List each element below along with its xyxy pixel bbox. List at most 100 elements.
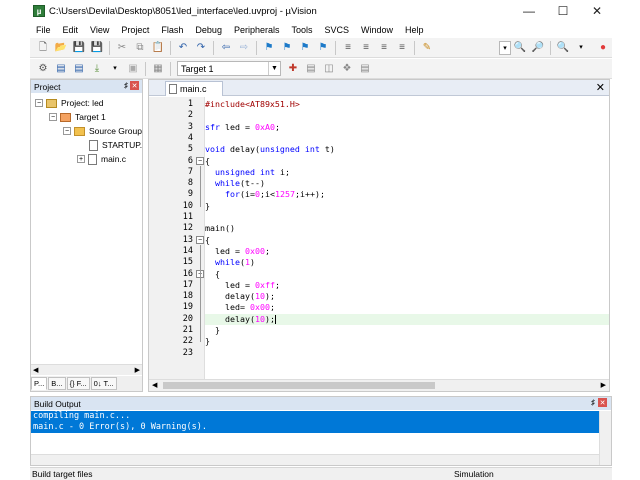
scroll-thumb[interactable] <box>163 382 435 389</box>
close-icon[interactable]: ✕ <box>130 81 139 90</box>
code-line[interactable]: sfr led = 0xA0; <box>205 122 609 133</box>
code-line[interactable]: led = 0xff; <box>205 280 609 291</box>
code-line[interactable] <box>205 133 609 144</box>
nav-back-icon[interactable]: ⇦ <box>219 41 233 55</box>
tree-item-project[interactable]: − Project: led <box>35 96 104 110</box>
menu-window[interactable]: Window <box>355 25 399 35</box>
code-line[interactable]: { <box>205 269 609 280</box>
code-line[interactable] <box>205 348 609 359</box>
pin-icon[interactable]: ♯ <box>591 398 595 407</box>
code-line[interactable]: { <box>205 235 609 246</box>
menu-flash[interactable]: Flash <box>155 25 189 35</box>
menu-peripherals[interactable]: Peripherals <box>228 25 286 35</box>
code-line[interactable]: #include<AT89x51.H> <box>205 99 609 110</box>
open-folder-icon[interactable]: 📂 <box>54 41 68 55</box>
menu-debug[interactable]: Debug <box>189 25 228 35</box>
code-line[interactable]: unsigned int i; <box>205 167 609 178</box>
uncomment-icon[interactable]: ≡ <box>395 41 409 55</box>
file-extensions-icon[interactable]: ▤ <box>304 62 318 76</box>
code-line[interactable]: while(1) <box>205 257 609 268</box>
code-line[interactable]: for(i=0;i<1257;i++); <box>205 189 609 200</box>
undo-icon[interactable]: ↶ <box>176 41 190 55</box>
tree-item-target[interactable]: − Target 1 <box>49 110 106 124</box>
menu-tools[interactable]: Tools <box>285 25 318 35</box>
find-in-files-icon[interactable]: ✎ <box>420 41 434 55</box>
clear-bookmarks-icon[interactable]: ⚑ <box>316 41 330 55</box>
save-icon[interactable]: 💾 <box>72 41 86 55</box>
code-line[interactable]: } <box>205 336 609 347</box>
code-line[interactable]: } <box>205 325 609 336</box>
code-line[interactable]: led= 0x00; <box>205 302 609 313</box>
copy-icon[interactable]: ⧉ <box>133 41 147 55</box>
collapse-icon[interactable]: − <box>49 113 57 121</box>
maximize-button[interactable]: ☐ <box>546 0 580 22</box>
collapse-icon[interactable]: − <box>35 99 43 107</box>
target-select[interactable]: Target 1 ▼ <box>177 61 281 76</box>
code-line[interactable] <box>205 110 609 121</box>
build-vscrollbar[interactable] <box>599 411 611 465</box>
code-area[interactable]: #include<AT89x51.H> sfr led = 0xA0; void d… <box>205 97 609 379</box>
close-editor-icon[interactable]: ✕ <box>596 81 605 94</box>
redo-icon[interactable]: ↷ <box>194 41 208 55</box>
collapse-icon[interactable]: − <box>63 127 71 135</box>
tree-item-main-c[interactable]: + main.c <box>77 152 126 166</box>
build-output-text[interactable]: compiling main.c... main.c - 0 Error(s),… <box>31 411 599 433</box>
fold-toggle-icon[interactable]: − <box>196 236 204 245</box>
editor-hscrollbar[interactable]: ◀ ▶ <box>149 379 609 391</box>
stop-build-icon[interactable]: ▣ <box>126 62 140 76</box>
menu-file[interactable]: File <box>30 25 57 35</box>
pin-icon[interactable]: ♯ <box>124 81 128 90</box>
indent-icon[interactable]: ≡ <box>341 41 355 55</box>
bookmark-icon[interactable]: ⚑ <box>262 41 276 55</box>
nav-forward-icon[interactable]: ⇨ <box>237 41 251 55</box>
new-file-icon[interactable]: 🗋 <box>36 41 50 55</box>
tree-item-startup[interactable]: STARTUP. <box>89 138 142 152</box>
code-line[interactable] <box>205 212 609 223</box>
scroll-left-icon[interactable]: ◀ <box>33 366 38 374</box>
menu-svcs[interactable]: SVCS <box>319 25 356 35</box>
target-options-icon[interactable]: ✚ <box>286 62 300 76</box>
rebuild-icon[interactable]: ▤ <box>72 62 86 76</box>
expand-icon[interactable]: + <box>77 155 85 163</box>
download-dropdown-icon[interactable]: ▾ <box>108 62 122 76</box>
tab-project[interactable]: P... <box>31 377 48 390</box>
tab-functions[interactable]: {} F... <box>66 377 90 390</box>
code-line[interactable]: delay(10); <box>205 291 609 302</box>
debug-dropdown-icon[interactable]: ▾ <box>574 41 588 55</box>
cut-icon[interactable]: ✂ <box>115 41 129 55</box>
comment-icon[interactable]: ≡ <box>377 41 391 55</box>
menu-project[interactable]: Project <box>115 25 155 35</box>
prev-bookmark-icon[interactable]: ⚑ <box>280 41 294 55</box>
incremental-find-icon[interactable]: 🔎 <box>531 41 545 55</box>
build-hscrollbar[interactable] <box>31 454 599 465</box>
code-line[interactable]: led = 0x00; <box>205 246 609 257</box>
scroll-right-icon[interactable]: ▶ <box>601 381 606 389</box>
code-line[interactable]: delay(10); <box>205 313 609 325</box>
fold-toggle-icon[interactable]: − <box>196 157 204 165</box>
save-all-icon[interactable]: 💾 <box>90 41 104 55</box>
code-line[interactable]: main() <box>205 223 609 234</box>
menu-help[interactable]: Help <box>399 25 430 35</box>
batch-build-icon[interactable]: ▦ <box>151 62 165 76</box>
minimize-button[interactable]: — <box>512 0 546 22</box>
code-line[interactable]: } <box>205 201 609 212</box>
close-button[interactable]: ✕ <box>580 0 614 22</box>
menu-edit[interactable]: Edit <box>57 25 85 35</box>
tab-templates[interactable]: 0↓ T... <box>90 377 117 390</box>
next-bookmark-icon[interactable]: ⚑ <box>298 41 312 55</box>
scroll-right-icon[interactable]: ▶ <box>135 366 140 374</box>
manage-components-icon[interactable]: ◫ <box>322 62 336 76</box>
menu-view[interactable]: View <box>84 25 115 35</box>
project-hscrollbar[interactable]: ◀ ▶ <box>31 364 142 375</box>
debug-session-icon[interactable]: 🔍 <box>556 41 570 55</box>
code-line[interactable]: { <box>205 156 609 167</box>
breakpoint-icon[interactable]: ● <box>596 41 610 55</box>
paste-icon[interactable]: 📋 <box>151 41 165 55</box>
unindent-icon[interactable]: ≡ <box>359 41 373 55</box>
build-icon[interactable]: ▤ <box>54 62 68 76</box>
pack-installer-icon[interactable]: ▤ <box>358 62 372 76</box>
find-combo-dropdown[interactable]: ▾ <box>499 40 511 55</box>
tab-main-c[interactable]: main.c <box>165 81 223 96</box>
close-icon[interactable]: ✕ <box>598 398 607 407</box>
scroll-left-icon[interactable]: ◀ <box>152 381 157 389</box>
